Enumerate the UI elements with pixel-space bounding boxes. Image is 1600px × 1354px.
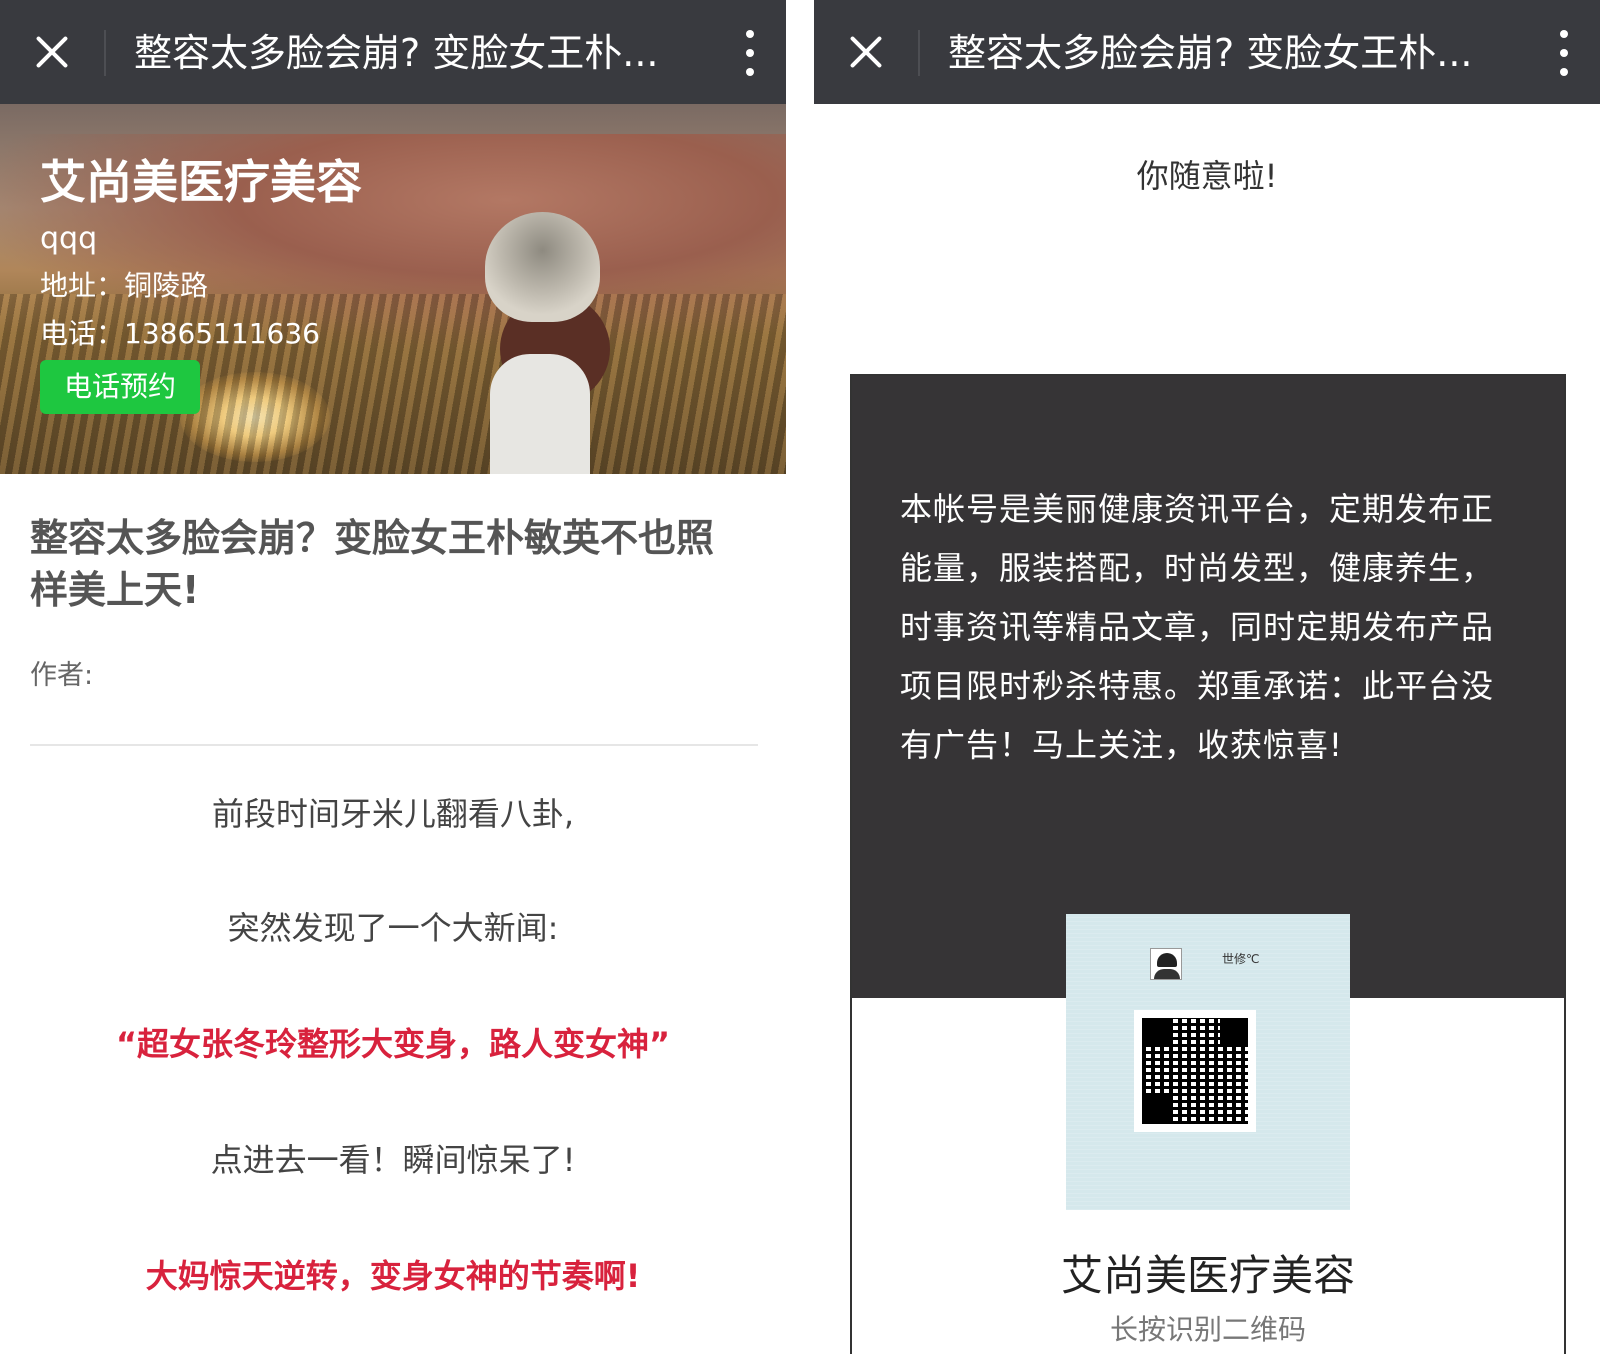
qr-code[interactable] xyxy=(1134,1010,1256,1132)
page-title: 整容太多脸会崩? 变脸女王朴... xyxy=(134,31,659,75)
article-highlight: “超女张冬玲整形大变身，路人变女神” xyxy=(115,1025,671,1063)
shop-address: 地址：铜陵路 xyxy=(40,269,209,302)
page-title: 整容太多脸会崩? 变脸女王朴... xyxy=(948,31,1473,75)
article-title: 整容太多脸会崩？变脸女王朴敏英不也照样美上天! xyxy=(30,516,715,612)
tip-text: 你随意啦! xyxy=(1136,157,1278,195)
divider xyxy=(30,744,758,746)
right-screen: 整容太多脸会崩? 变脸女王朴... 你随意啦! 本帐号是美丽健康资讯平台，定期发… xyxy=(814,0,1600,1354)
shop-subtitle: qqq xyxy=(40,221,98,256)
scan-hint: 长按识别二维码 xyxy=(1109,1313,1306,1346)
left-screen: 整容太多脸会崩? 变脸女王朴... 艾尚美医疗美容 qqq 地址：铜陵路 电话：… xyxy=(0,0,786,1354)
close-icon[interactable] xyxy=(836,22,896,82)
more-options-icon[interactable] xyxy=(736,26,764,80)
banner-figure xyxy=(490,354,590,474)
qr-owner-name: 世修℃ xyxy=(1222,952,1260,966)
close-icon[interactable] xyxy=(22,22,82,82)
shop-name: 艾尚美医疗美容 xyxy=(40,155,362,209)
bar-divider xyxy=(104,30,106,76)
shop-info: 艾尚美医疗美容 qqq 地址：铜陵路 电话：13865111636 xyxy=(40,152,362,358)
top-bar: 整容太多脸会崩? 变脸女王朴... xyxy=(814,0,1600,104)
qr-code-poster[interactable]: 世修℃ xyxy=(1066,914,1350,1210)
account-description: 本帐号是美丽健康资讯平台，定期发布正能量，服装搭配，时尚发型，健康养生，时事资讯… xyxy=(900,490,1495,764)
shop-phone[interactable]: 电话：13865111636 xyxy=(40,310,362,358)
screen-gap xyxy=(786,0,814,1354)
top-bar: 整容太多脸会崩? 变脸女王朴... xyxy=(0,0,786,104)
qr-code-pattern xyxy=(1142,1018,1248,1124)
article-paragraph: 突然发现了一个大新闻: xyxy=(227,909,559,947)
shop-banner: 艾尚美医疗美容 qqq 地址：铜陵路 电话：13865111636 电话预约 xyxy=(0,104,786,474)
article-paragraph: 前段时间牙米儿翻看八卦, xyxy=(211,795,575,833)
article-paragraph: 点进去一看！瞬间惊呆了! xyxy=(210,1141,576,1179)
card-shop-name: 艾尚美医疗美容 xyxy=(1060,1251,1355,1300)
avatar xyxy=(1150,948,1182,980)
more-options-icon[interactable] xyxy=(1550,26,1578,80)
bar-divider xyxy=(918,30,920,76)
banner-figure-hat xyxy=(485,212,600,322)
card-header: 本帐号是美丽健康资讯平台，定期发布正能量，服装搭配，时尚发型，健康养生，时事资讯… xyxy=(852,376,1564,998)
article-author: 作者: xyxy=(30,660,94,691)
article-highlight: 大妈惊天逆转，变身女神的节奏啊! xyxy=(145,1257,641,1295)
call-booking-button[interactable]: 电话预约 xyxy=(40,360,200,414)
follow-card: 本帐号是美丽健康资讯平台，定期发布正能量，服装搭配，时尚发型，健康养生，时事资讯… xyxy=(850,374,1566,1354)
